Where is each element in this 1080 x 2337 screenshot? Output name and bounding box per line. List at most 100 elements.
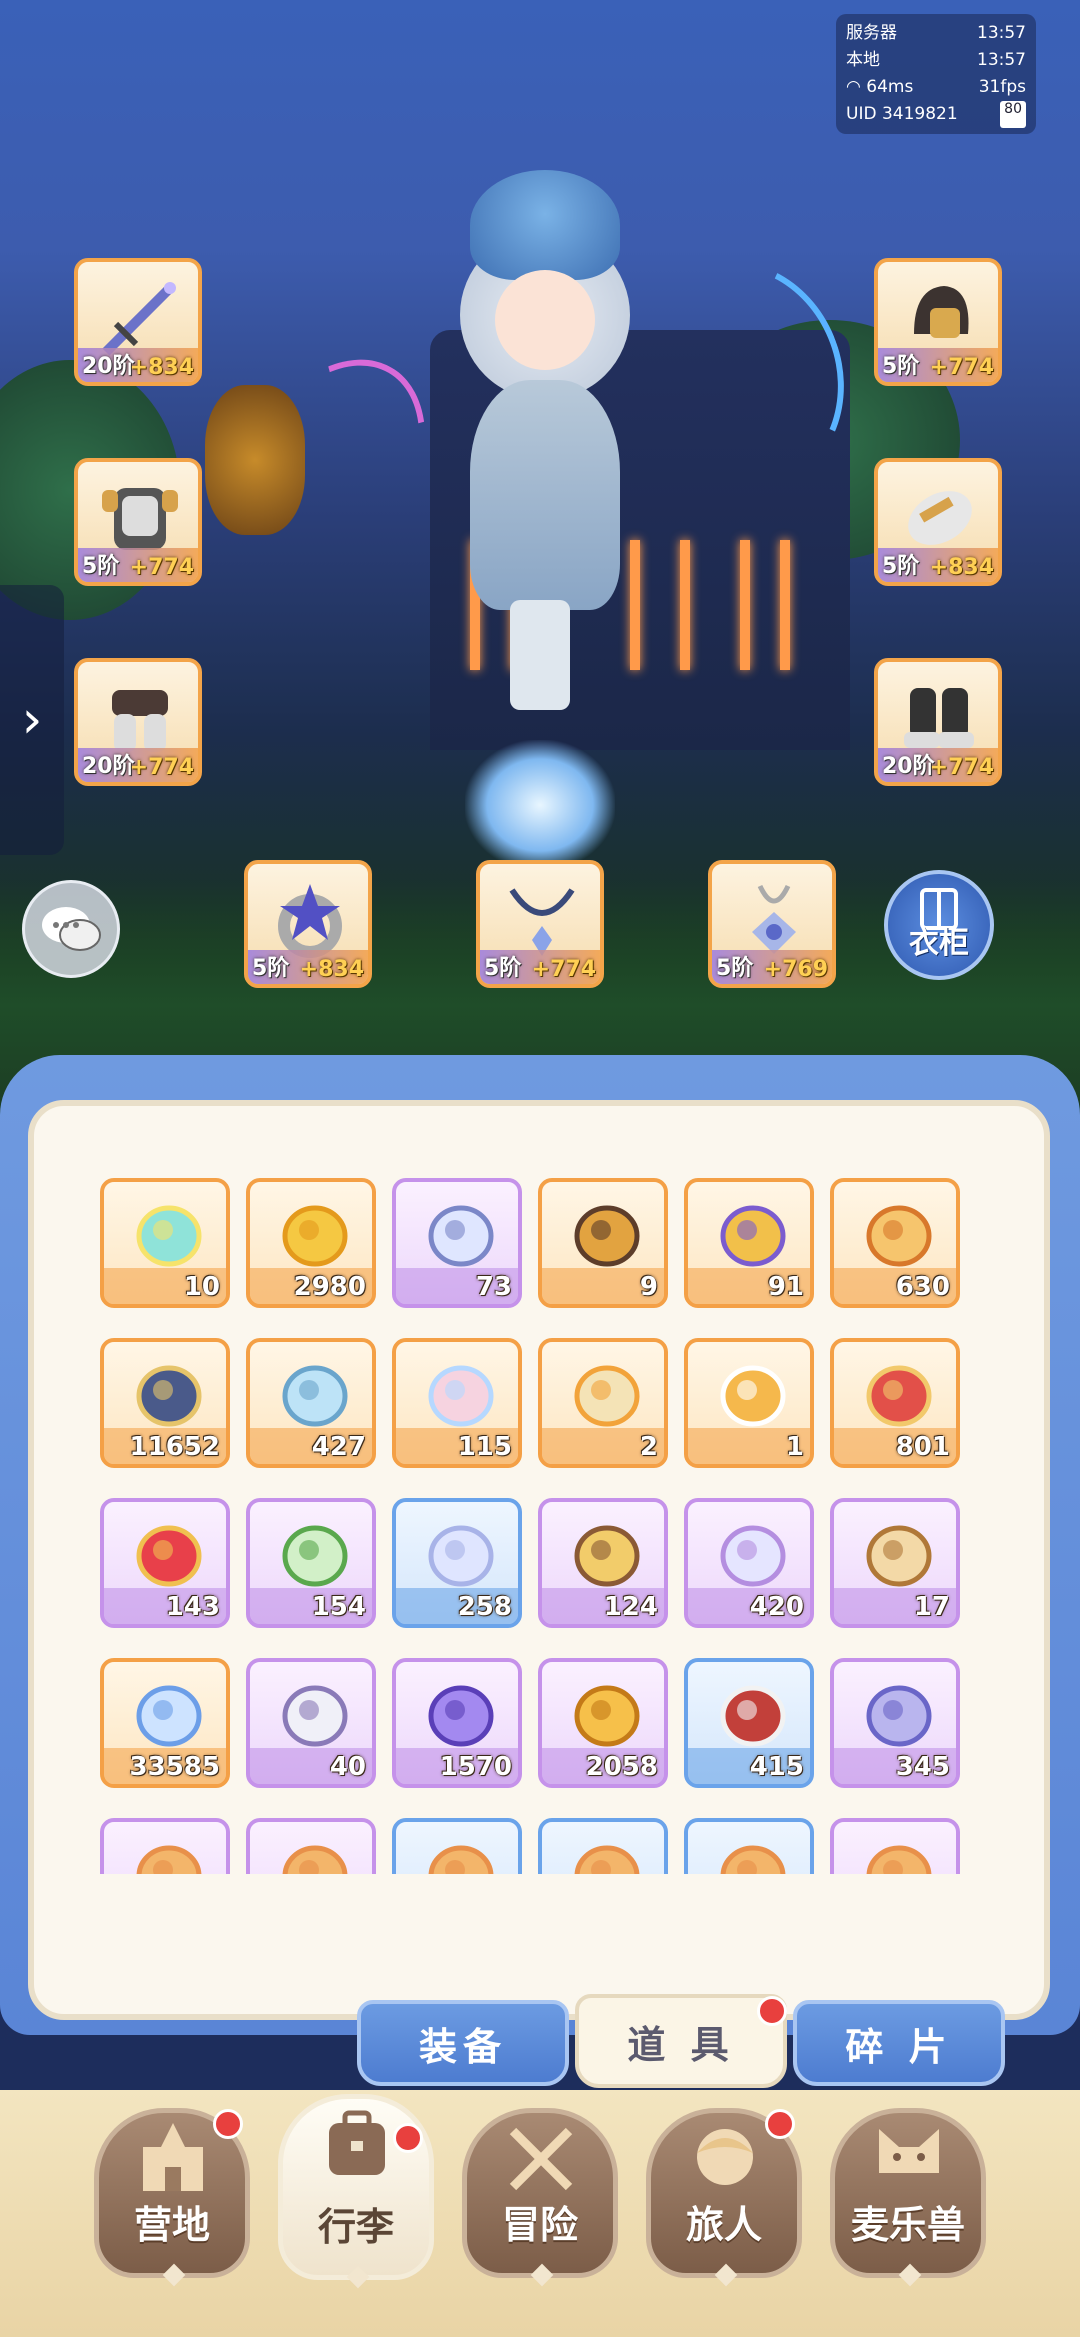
local-time: 13:57 — [977, 50, 1026, 70]
inventory-item[interactable]: 40 — [246, 1658, 376, 1788]
item-count: 11652 — [129, 1432, 220, 1462]
tab-items[interactable]: 道 具 — [575, 1994, 787, 2088]
nav-luggage[interactable]: 行李 — [278, 2094, 434, 2289]
castle-icon — [143, 2123, 203, 2191]
equip-slot-helmet[interactable]: 5阶 +774 — [874, 258, 1002, 386]
equip-level: 5阶 — [716, 956, 754, 981]
item-count: 91 — [767, 1272, 804, 1302]
item-count: 427 — [311, 1432, 366, 1462]
inventory-item[interactable]: 73 — [392, 1178, 522, 1308]
partial-icon — [428, 1845, 494, 1874]
cat-pet-icon — [879, 2129, 939, 2173]
inventory-item[interactable]: 630 — [830, 1178, 960, 1308]
equip-bonus: +769 — [763, 957, 828, 982]
equip-level: 20阶 — [82, 754, 135, 779]
server-label: 服务器 — [846, 23, 897, 43]
equip-slot-gauntlets[interactable]: 5阶 +834 — [874, 458, 1002, 586]
inventory-item[interactable]: 2980 — [246, 1178, 376, 1308]
inventory-item[interactable]: 9 — [538, 1178, 668, 1308]
item-count: 9 — [639, 1272, 658, 1302]
inventory-item[interactable]: 2 — [538, 1338, 668, 1468]
item-count: 2058 — [585, 1752, 658, 1782]
paint-tube-icon — [428, 1365, 494, 1427]
item-count: 801 — [895, 1432, 950, 1462]
equip-level: 5阶 — [484, 956, 522, 981]
inventory-item[interactable]: 154 — [246, 1498, 376, 1628]
inventory-item[interactable]: 801 — [830, 1338, 960, 1468]
inventory-item[interactable]: 17 — [830, 1498, 960, 1628]
partial-icon — [282, 1845, 348, 1874]
equip-level: 20阶 — [882, 754, 935, 779]
nav-pets[interactable]: 麦乐兽 — [830, 2108, 986, 2287]
inventory-item[interactable] — [246, 1818, 376, 1874]
inventory-item[interactable] — [538, 1818, 668, 1874]
side-panel-toggle[interactable]: › — [0, 585, 64, 855]
inventory-item[interactable]: 124 — [538, 1498, 668, 1628]
nav-adventure[interactable]: 冒险 — [462, 2108, 618, 2287]
equip-slot-boots[interactable]: 20阶 +774 — [874, 658, 1002, 786]
server-time: 13:57 — [977, 23, 1026, 43]
ice-crystal-icon — [282, 1365, 348, 1427]
equip-level: 5阶 — [252, 956, 290, 981]
inventory-scroll-area[interactable]: 5517059051010298073991630116524271152180… — [100, 1168, 980, 1874]
chat-bubble-icon — [42, 907, 101, 951]
inventory-item[interactable]: 11652 — [100, 1338, 230, 1468]
tab-equipment[interactable]: 装备 — [357, 2000, 569, 2086]
inventory-item[interactable]: 415 — [684, 1658, 814, 1788]
tab-fragments[interactable]: 碎 片 — [793, 2000, 1005, 2086]
inventory-item[interactable] — [684, 1818, 814, 1874]
backpack-icon — [329, 2110, 385, 2175]
cat-coin-icon — [866, 1205, 932, 1267]
equip-slot-pendant[interactable]: 5阶 +769 — [708, 860, 836, 988]
inventory-item[interactable]: 345 — [830, 1658, 960, 1788]
equip-bonus: +774 — [531, 957, 596, 982]
item-count: 33585 — [129, 1752, 220, 1782]
item-count: 17 — [913, 1592, 950, 1622]
partial-icon — [574, 1845, 640, 1874]
pearl-shell-icon — [428, 1205, 494, 1267]
inventory-item[interactable]: 1 — [684, 1338, 814, 1468]
inventory-item[interactable]: 33585 — [100, 1658, 230, 1788]
equip-slot-leg-armor[interactable]: 20阶 +774 — [74, 658, 202, 786]
wardrobe-button[interactable]: 衣柜 — [884, 870, 994, 980]
rainbow-crystal-icon — [136, 1205, 202, 1267]
rune-stone-icon — [136, 1365, 202, 1427]
nav-camp[interactable]: 营地 — [94, 2108, 250, 2287]
equip-slot-ring[interactable]: 5阶 +834 — [244, 860, 372, 988]
item-count: 345 — [895, 1752, 950, 1782]
gold-bell-icon — [720, 1205, 786, 1267]
fps-readout: 31fps — [978, 77, 1026, 97]
gold-card-icon — [720, 1365, 786, 1427]
notification-dot — [757, 1996, 787, 2026]
inventory-item[interactable] — [100, 1818, 230, 1874]
partial-icon — [136, 1845, 202, 1874]
traveler-portrait-icon — [697, 2129, 753, 2185]
notification-dot — [393, 2123, 423, 2153]
blue-star-icon — [136, 1685, 202, 1747]
inventory-item[interactable]: 91 — [684, 1178, 814, 1308]
item-count: 1570 — [439, 1752, 512, 1782]
equip-slot-sword[interactable]: 20阶 +834 — [74, 258, 202, 386]
nav-traveler[interactable]: 旅人 — [646, 2108, 802, 2287]
equip-slot-chest-armor[interactable]: 5阶 +774 — [74, 458, 202, 586]
heart-coin-icon — [866, 1685, 932, 1747]
item-count: 143 — [165, 1592, 220, 1622]
inventory-item[interactable] — [392, 1818, 522, 1874]
inventory-item[interactable]: 258 — [392, 1498, 522, 1628]
inventory-item[interactable]: 115 — [392, 1338, 522, 1468]
tab-fragments-label: 碎 片 — [845, 2024, 953, 2069]
tab-equipment-label: 装备 — [418, 2024, 507, 2069]
equip-slot-necklace[interactable]: 5阶 +774 — [476, 860, 604, 988]
inventory-item[interactable]: 10 — [100, 1178, 230, 1308]
inventory-item[interactable]: 420 — [684, 1498, 814, 1628]
inventory-item[interactable]: 143 — [100, 1498, 230, 1628]
wifi-icon: ◠ — [846, 77, 867, 97]
inventory-item[interactable]: 1570 — [392, 1658, 522, 1788]
status-hud: 服务器 13:57 本地 13:57 ◠ 64ms 31fps UID 3419821… — [836, 14, 1036, 134]
chat-button[interactable] — [22, 880, 120, 978]
item-count: 2 — [639, 1432, 658, 1462]
inventory-item[interactable]: 2058 — [538, 1658, 668, 1788]
inventory-item[interactable] — [830, 1818, 960, 1874]
item-count: 124 — [603, 1592, 658, 1622]
inventory-item[interactable]: 427 — [246, 1338, 376, 1468]
